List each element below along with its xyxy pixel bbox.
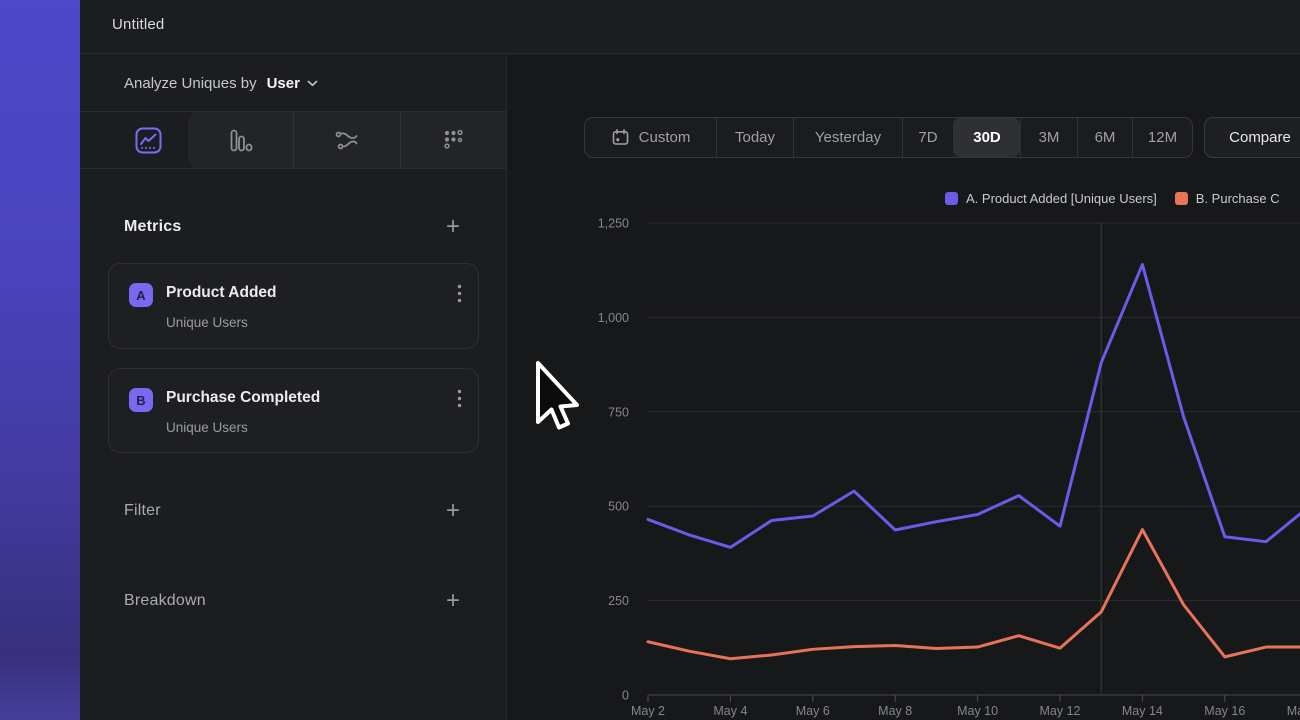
add-filter-button[interactable]: + bbox=[446, 501, 460, 521]
range-6m[interactable]: 6M bbox=[1077, 118, 1132, 157]
range-label: 3M bbox=[1039, 129, 1060, 146]
chart-type-tab-group bbox=[188, 112, 506, 168]
tab-bar-chart[interactable] bbox=[188, 112, 293, 168]
metrics-section-header: Metrics + bbox=[124, 205, 460, 249]
range-label: 30D bbox=[973, 129, 1001, 146]
y-axis-label: 250 bbox=[608, 594, 629, 608]
y-axis-label: 0 bbox=[622, 689, 629, 703]
range-label: Yesterday bbox=[815, 129, 881, 146]
x-axis-label: May 8 bbox=[878, 704, 912, 718]
background-gradient bbox=[0, 0, 80, 720]
range-label: 6M bbox=[1095, 129, 1116, 146]
metric-badge-b: B bbox=[129, 388, 153, 412]
kebab-menu-icon[interactable] bbox=[457, 389, 462, 408]
main: Analyze Uniques by User bbox=[80, 55, 1300, 720]
range-12m[interactable]: 12M bbox=[1132, 118, 1192, 157]
y-axis-label: 750 bbox=[608, 405, 629, 419]
x-axis-label: May 2 bbox=[631, 704, 665, 718]
filter-label: Filter bbox=[124, 502, 161, 520]
metrics-label: Metrics bbox=[124, 218, 181, 236]
page-title: Untitled bbox=[112, 16, 164, 33]
x-axis-label: May 12 bbox=[1040, 704, 1081, 718]
analyze-label: Analyze Uniques by bbox=[124, 75, 257, 92]
range-yesterday[interactable]: Yesterday bbox=[793, 118, 902, 157]
legend-label: B. Purchase C bbox=[1196, 191, 1280, 206]
range-today[interactable]: Today bbox=[716, 118, 793, 157]
app: Untitled Analyze Uniques by User bbox=[80, 0, 1300, 720]
series-line-a[interactable] bbox=[648, 265, 1300, 548]
analyze-row: Analyze Uniques by User bbox=[80, 55, 506, 112]
legend-item-0[interactable]: A. Product Added [Unique Users] bbox=[945, 191, 1157, 206]
legend-swatch bbox=[1175, 192, 1188, 205]
header: Untitled bbox=[80, 0, 1300, 54]
legend-item-1[interactable]: B. Purchase C bbox=[1175, 191, 1280, 206]
metric-card-a[interactable]: A Product Added Unique Users bbox=[108, 263, 479, 349]
tab-retention-grid[interactable] bbox=[400, 112, 506, 168]
dot-grid-icon bbox=[440, 127, 467, 154]
analyze-entity-value: User bbox=[267, 75, 300, 92]
legend-label: A. Product Added [Unique Users] bbox=[966, 191, 1157, 206]
flow-chart-icon bbox=[333, 127, 360, 154]
range-3m[interactable]: 3M bbox=[1020, 118, 1077, 157]
y-axis-label: 1,250 bbox=[598, 217, 629, 231]
breakdown-label: Breakdown bbox=[124, 592, 206, 610]
chart-panel: 0 250 500 750 1,000 1,250 May 2 May 4 May 6 May 8… bbox=[506, 55, 1300, 720]
y-axis-label: 1,000 bbox=[598, 311, 629, 325]
range-label: Custom bbox=[639, 129, 691, 146]
bar-chart-icon bbox=[227, 127, 254, 154]
metric-aggregation: Unique Users bbox=[166, 420, 248, 435]
tab-flow-chart[interactable] bbox=[293, 112, 399, 168]
x-axis-label: May 16 bbox=[1204, 704, 1245, 718]
breakdown-section-header: Breakdown + bbox=[124, 579, 460, 623]
x-axis-label: May 14 bbox=[1122, 704, 1163, 718]
calendar-icon bbox=[611, 128, 630, 147]
add-metric-button[interactable]: + bbox=[446, 217, 460, 237]
series-line-b[interactable] bbox=[648, 530, 1300, 659]
metric-name: Product Added bbox=[166, 284, 277, 302]
x-axis-label: May 6 bbox=[796, 704, 830, 718]
range-label: 7D bbox=[918, 129, 937, 146]
x-axis-label: May 18 bbox=[1287, 704, 1300, 718]
range-label: 12M bbox=[1148, 129, 1177, 146]
analyze-entity-dropdown[interactable]: User bbox=[267, 75, 318, 92]
metric-aggregation: Unique Users bbox=[166, 315, 248, 330]
chevron-down-icon bbox=[307, 80, 318, 87]
y-axis-label: 500 bbox=[608, 500, 629, 514]
line-chart-icon bbox=[135, 127, 162, 154]
chart-type-tabs bbox=[80, 112, 506, 169]
metric-card-b[interactable]: B Purchase Completed Unique Users bbox=[108, 368, 479, 453]
x-axis-label: May 10 bbox=[957, 704, 998, 718]
legend-swatch bbox=[945, 192, 958, 205]
compare-button[interactable]: Compare bbox=[1204, 117, 1300, 158]
chart-legend: A. Product Added [Unique Users] B. Purcha… bbox=[945, 191, 1280, 206]
range-label: Today bbox=[735, 129, 775, 146]
x-axis-label: May 4 bbox=[713, 704, 747, 718]
metric-name: Purchase Completed bbox=[166, 389, 320, 407]
sidebar: Analyze Uniques by User bbox=[80, 55, 506, 720]
range-custom[interactable]: Custom bbox=[585, 118, 716, 157]
kebab-menu-icon[interactable] bbox=[457, 284, 462, 303]
date-range-control: Custom Today Yesterday 7D 30D 3M 6M 12M bbox=[584, 117, 1193, 158]
app-window: Untitled Analyze Uniques by User bbox=[0, 0, 1300, 720]
range-7d[interactable]: 7D bbox=[902, 118, 953, 157]
tab-line-chart[interactable] bbox=[108, 112, 188, 168]
filter-section-header: Filter + bbox=[124, 489, 460, 533]
range-30d[interactable]: 30D bbox=[953, 118, 1020, 157]
add-breakdown-button[interactable]: + bbox=[446, 591, 460, 611]
metric-badge-a: A bbox=[129, 283, 153, 307]
